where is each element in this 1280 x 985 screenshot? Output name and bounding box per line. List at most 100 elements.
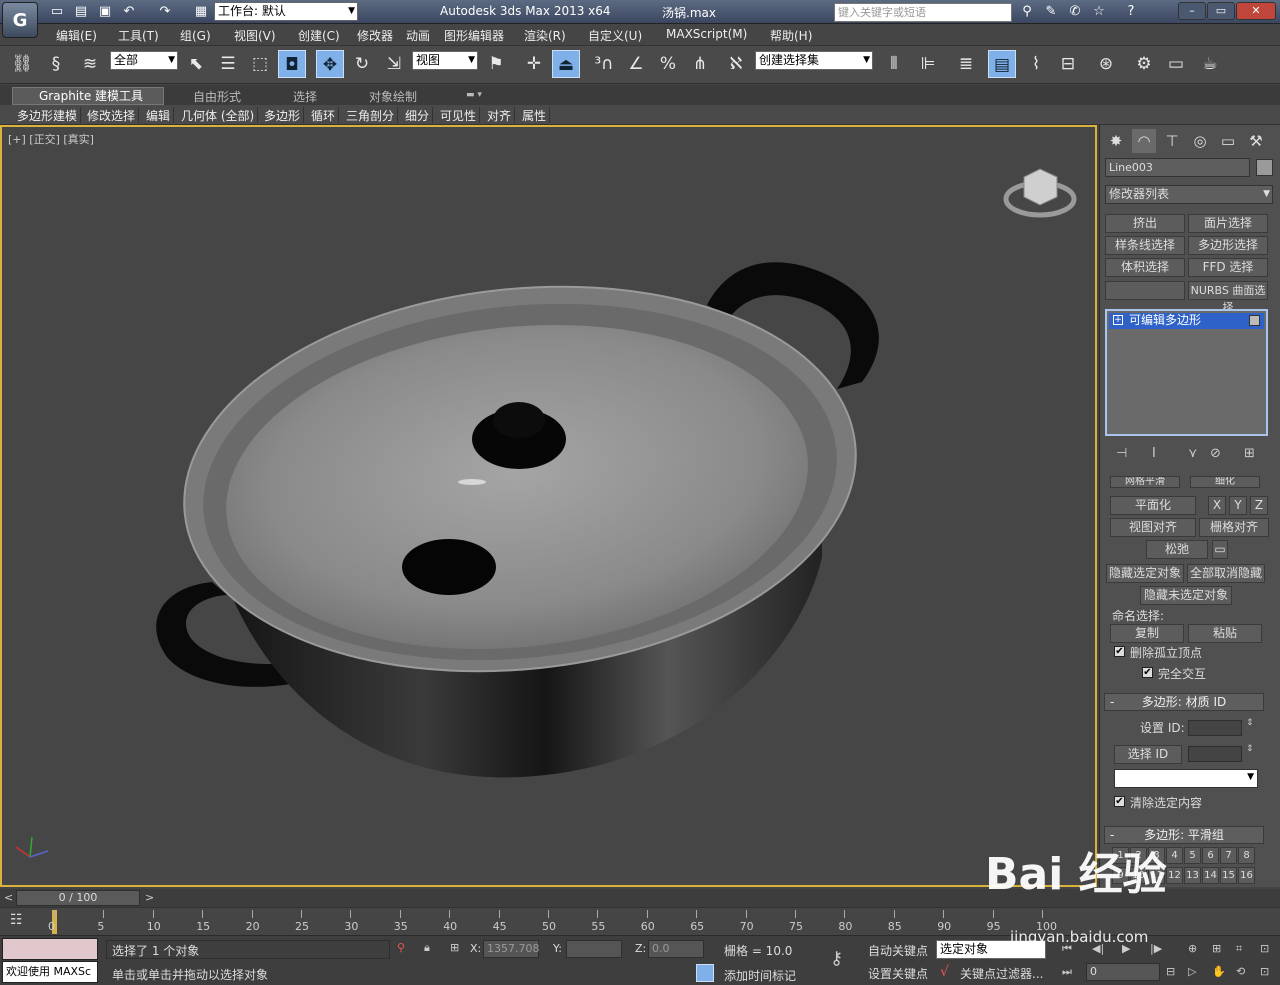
- smoothing-group-7[interactable]: 7: [1220, 847, 1237, 864]
- tab-freeform[interactable]: 自由形式: [193, 88, 241, 105]
- tessellate-button[interactable]: 细化: [1190, 476, 1260, 488]
- set-id-spinner[interactable]: [1188, 720, 1242, 736]
- maxscript-welcome-field[interactable]: 欢迎使用 MAXSc: [2, 961, 98, 983]
- undo-icon[interactable]: ↶: [120, 3, 138, 21]
- close-button[interactable]: ✕: [1236, 2, 1276, 20]
- select-by-name-icon[interactable]: ☰: [214, 50, 242, 78]
- zoom-extents-icon[interactable]: ⌗: [1236, 942, 1242, 956]
- menu-animation[interactable]: 动画: [406, 27, 430, 44]
- paste-button[interactable]: 粘贴: [1188, 624, 1262, 643]
- link-icon[interactable]: ⛓: [8, 50, 36, 78]
- material-id-rollout-header[interactable]: - 多边形: 材质 ID: [1104, 693, 1264, 711]
- edit-named-selection-icon[interactable]: ℵ: [722, 50, 750, 78]
- planarize-y-button[interactable]: Y: [1229, 496, 1247, 515]
- menu-group[interactable]: 组(G): [180, 27, 211, 44]
- ribbon-loops[interactable]: 循环: [308, 107, 340, 123]
- isolate-selection-icon[interactable]: ⚲: [397, 941, 405, 954]
- render-setup-icon[interactable]: ⚙: [1130, 50, 1158, 78]
- pan-icon[interactable]: ✋: [1212, 965, 1226, 978]
- window-crossing-icon[interactable]: ◘: [278, 50, 306, 78]
- time-slider-thumb[interactable]: 0 / 100: [16, 890, 140, 906]
- material-name-dropdown[interactable]: ▼: [1114, 769, 1258, 788]
- maxscript-listener-mini[interactable]: [2, 938, 98, 960]
- empty-modifier-button[interactable]: [1105, 281, 1185, 300]
- ffd-select-button[interactable]: FFD 选择: [1188, 258, 1268, 277]
- next-frame-icon[interactable]: >: [145, 891, 154, 904]
- smoothing-group-8[interactable]: 8: [1238, 847, 1255, 864]
- hide-unselected-button[interactable]: 隐藏未选定对象: [1140, 586, 1232, 605]
- ribbon-align[interactable]: 对齐: [484, 107, 516, 123]
- create-tab-icon[interactable]: ✸: [1104, 129, 1128, 153]
- poly-select-button[interactable]: 多边形选择: [1188, 236, 1268, 255]
- menu-modifiers[interactable]: 修改器: [357, 27, 393, 44]
- graphite-toggle-icon[interactable]: ▤: [988, 50, 1016, 78]
- layer-manager-icon[interactable]: ≣: [952, 50, 980, 78]
- zoom-icon[interactable]: ⊕: [1188, 942, 1197, 955]
- curve-editor-icon[interactable]: ⌇: [1022, 50, 1050, 78]
- menu-views[interactable]: 视图(V): [234, 27, 276, 44]
- project-folder-icon[interactable]: ▦: [192, 3, 210, 21]
- prev-frame-icon[interactable]: <: [4, 891, 13, 904]
- named-selection-sets-dropdown[interactable]: 创建选择集 ▼: [755, 51, 873, 70]
- tab-object-paint[interactable]: 对象绘制: [369, 88, 417, 105]
- spinner-snap-icon[interactable]: ⋔: [686, 50, 714, 78]
- delete-isolated-checkbox[interactable]: ✔: [1114, 646, 1125, 657]
- zoom-all-icon[interactable]: ⊞: [1212, 942, 1221, 955]
- rendered-frame-window-icon[interactable]: ▭: [1162, 50, 1190, 78]
- unhide-all-button[interactable]: 全部取消隐藏: [1187, 564, 1265, 583]
- subscription-icon[interactable]: ✎: [1042, 3, 1060, 21]
- menu-maxscript[interactable]: MAXScript(M): [666, 27, 747, 41]
- ribbon-subdivision[interactable]: 细分: [402, 107, 434, 123]
- vol-select-button[interactable]: 体积选择: [1105, 258, 1185, 277]
- menu-rendering[interactable]: 渲染(R): [524, 27, 566, 44]
- schematic-view-icon[interactable]: ⊟: [1054, 50, 1082, 78]
- set-key-button[interactable]: 设置关键点: [868, 965, 928, 982]
- modify-tab-icon[interactable]: ◠: [1132, 129, 1156, 153]
- configure-modifier-sets-icon[interactable]: ⊞: [1244, 446, 1255, 461]
- rollout-area[interactable]: 网格平滑 细化 平面化 X Y Z 视图对齐 栅格对齐 松弛 ▭ 隐藏选定对象 …: [1102, 473, 1274, 887]
- hierarchy-tab-icon[interactable]: ⊤: [1160, 129, 1184, 153]
- view-align-button[interactable]: 视图对齐: [1110, 518, 1196, 537]
- help-icon[interactable]: ?: [1122, 3, 1140, 21]
- perspective-viewport[interactable]: [+] [正交] [真实]: [0, 125, 1097, 887]
- next-key-icon[interactable]: |▶: [1150, 942, 1162, 955]
- bind-space-warp-icon[interactable]: ≋: [76, 50, 104, 78]
- smoothing-group-4[interactable]: 4: [1166, 847, 1183, 864]
- menu-tools[interactable]: 工具(T): [118, 27, 159, 44]
- rectangle-selection-icon[interactable]: ⬚: [246, 50, 274, 78]
- utilities-tab-icon[interactable]: ⚒: [1244, 129, 1268, 153]
- ribbon-visibility[interactable]: 可见性: [437, 107, 481, 123]
- favorites-star-icon[interactable]: ☆: [1090, 3, 1108, 21]
- show-end-result-icon[interactable]: Ⅰ: [1152, 446, 1156, 461]
- spline-select-button[interactable]: 样条线选择: [1105, 236, 1185, 255]
- save-icon[interactable]: ▣: [96, 3, 114, 21]
- tab-graphite-modeling-tools[interactable]: Graphite 建模工具: [12, 87, 164, 105]
- y-coordinate-field[interactable]: [566, 940, 622, 958]
- maximize-button[interactable]: ▭: [1207, 2, 1235, 20]
- z-coordinate-field[interactable]: 0.0: [648, 940, 704, 958]
- workspace-dropdown[interactable]: 工作台: 默认 ▼: [214, 2, 358, 21]
- key-filters-button[interactable]: 关键点过滤器...: [960, 965, 1043, 982]
- select-id-button[interactable]: 选择 ID: [1114, 745, 1182, 764]
- pivot-center-icon[interactable]: ⚑: [482, 50, 510, 78]
- display-tab-icon[interactable]: ▭: [1216, 129, 1240, 153]
- viewcube-icon[interactable]: [1023, 168, 1058, 206]
- planarize-button[interactable]: 平面化: [1110, 496, 1196, 515]
- patch-select-button[interactable]: 面片选择: [1188, 214, 1268, 233]
- modifier-stack[interactable]: + 可编辑多边形: [1105, 309, 1268, 436]
- scale-icon[interactable]: ⇲: [380, 50, 408, 78]
- ribbon-modify-selection[interactable]: 修改选择: [84, 107, 140, 123]
- field-of-view-icon[interactable]: ▷: [1188, 965, 1196, 978]
- selection-lock-icon[interactable]: 🔒︎: [424, 941, 430, 955]
- mesh-smooth-button[interactable]: 网格平滑: [1110, 476, 1180, 488]
- smoothing-group-12[interactable]: 12: [1166, 867, 1183, 884]
- render-teapot-icon[interactable]: ☕: [1196, 50, 1224, 78]
- extrude-button[interactable]: 挤出: [1105, 214, 1185, 233]
- menu-help[interactable]: 帮助(H): [770, 27, 812, 44]
- redo-icon[interactable]: ↷: [156, 3, 174, 21]
- unlink-icon[interactable]: §: [42, 50, 70, 78]
- key-filters-icon[interactable]: √: [940, 964, 949, 980]
- align-icon[interactable]: ⊫: [914, 50, 942, 78]
- stack-item-toggle-icon[interactable]: [1249, 315, 1260, 326]
- motion-tab-icon[interactable]: ◎: [1188, 129, 1212, 153]
